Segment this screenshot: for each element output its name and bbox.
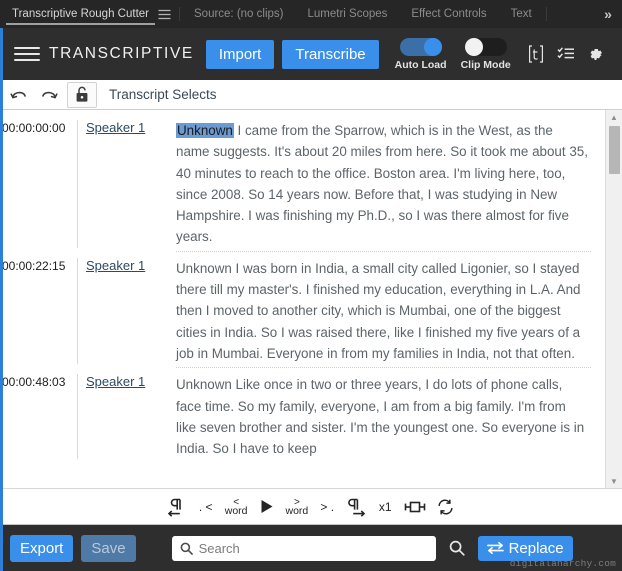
undo-icon[interactable] xyxy=(4,82,34,108)
transcriptive-panel: Transcriptive Rough Cutter Source: (no c… xyxy=(0,0,622,571)
tab-source[interactable]: Source: (no clips) xyxy=(182,0,295,28)
scroll-up-arrow-icon[interactable]: ▲ xyxy=(606,110,622,124)
prev-sentence-label: . < xyxy=(198,499,213,514)
prev-sentence-button[interactable]: . < xyxy=(193,493,219,521)
next-word-label: word xyxy=(285,505,309,517)
gear-icon[interactable] xyxy=(581,39,611,69)
row-speaker[interactable]: Speaker 1 xyxy=(78,374,176,389)
transcript-list[interactable]: 00:00:00:00 Speaker 1 Unknown I came fro… xyxy=(0,110,605,488)
row-timecode[interactable]: 00:00:48:03 xyxy=(0,374,78,460)
import-button[interactable]: Import xyxy=(205,39,275,69)
panel-focus-accent-strip xyxy=(0,28,3,571)
search-box[interactable] xyxy=(171,535,436,561)
clip-mode-switch[interactable] xyxy=(464,37,507,56)
next-sentence-button[interactable]: > . xyxy=(314,493,340,521)
app-menu-icon[interactable] xyxy=(14,43,40,65)
brand-title: TRANSCRIPTIVE xyxy=(49,45,194,62)
tab-divider xyxy=(545,7,547,21)
table-row[interactable]: 00:00:00:00 Speaker 1 Unknown I came fro… xyxy=(0,116,605,254)
panel-tab-bar: Transcriptive Rough Cutter Source: (no c… xyxy=(0,0,622,28)
export-button[interactable]: Export xyxy=(10,534,74,562)
transcript-scrollbar[interactable]: ▲ ▼ xyxy=(605,110,622,488)
insert-marker-button[interactable] xyxy=(401,493,429,521)
auto-load-toggle[interactable]: Auto Load xyxy=(394,37,447,71)
table-row[interactable]: 00:00:22:15 Speaker 1 Unknown I was born… xyxy=(0,250,605,370)
prev-word-label: word xyxy=(224,505,248,517)
clip-mode-label: Clip Mode xyxy=(460,58,511,71)
row-timecode[interactable]: 00:00:00:00 xyxy=(0,120,78,248)
tab-overflow-label: » xyxy=(604,6,612,22)
row-body[interactable]: I came from the Sparrow, which is in the… xyxy=(176,123,588,244)
tab-effect-controls[interactable]: Effect Controls xyxy=(399,0,498,28)
clip-mode-knob xyxy=(464,37,483,56)
auto-load-switch[interactable] xyxy=(399,37,442,56)
prev-word-button[interactable]: < word xyxy=(222,493,251,521)
replace-label: Replace xyxy=(508,539,564,557)
tab-lumetri-scopes[interactable]: Lumetri Scopes xyxy=(295,0,399,28)
row-text[interactable]: Unknown Like once in two or three years,… xyxy=(176,367,605,459)
swap-arrows-icon xyxy=(486,541,504,555)
transcript-area: 00:00:00:00 Speaker 1 Unknown I came fro… xyxy=(0,110,622,489)
play-button[interactable] xyxy=(254,493,280,521)
refresh-sync-button[interactable] xyxy=(432,493,458,521)
prev-word-stack: < word xyxy=(224,498,248,517)
row-text[interactable]: Unknown I was born in India, a small cit… xyxy=(176,250,605,364)
footer-bar: Export Save Replace digitalanar xyxy=(0,525,622,571)
magnifier-icon xyxy=(449,540,465,556)
transcriptive-t-icon[interactable] xyxy=(521,39,551,69)
tab-overflow-chevron-icon[interactable]: » xyxy=(594,0,622,28)
tab-transcriptive-rough-cutter[interactable]: Transcriptive Rough Cutter xyxy=(0,0,161,28)
scrollbar-thumb[interactable] xyxy=(608,126,620,174)
transcript-sub-toolbar: Transcript Selects xyxy=(0,80,622,110)
row-speaker[interactable]: Speaker 1 xyxy=(78,120,176,135)
clip-mode-toggle[interactable]: Clip Mode xyxy=(460,37,511,71)
row-speaker-tag[interactable]: Unknown xyxy=(176,377,232,392)
row-speaker-tag[interactable]: Unknown xyxy=(176,261,232,276)
search-input[interactable] xyxy=(198,540,428,556)
find-button[interactable] xyxy=(446,535,468,561)
tab-label: Effect Controls xyxy=(411,8,487,20)
next-paragraph-button[interactable] xyxy=(343,493,369,521)
tab-label: Source: (no clips) xyxy=(194,8,284,20)
row-body[interactable]: I was born in India, a small city called… xyxy=(176,261,580,361)
tab-label: Text xyxy=(510,8,532,20)
redo-icon[interactable] xyxy=(34,82,64,108)
next-word-button[interactable]: > word xyxy=(283,493,312,521)
watermark: digitalanarchy.com xyxy=(509,558,616,569)
row-timecode[interactable]: 00:00:22:15 xyxy=(0,257,78,365)
tab-divider xyxy=(179,7,180,21)
scroll-down-arrow-icon[interactable]: ▼ xyxy=(606,474,622,488)
prev-paragraph-button[interactable] xyxy=(164,493,190,521)
row-speaker-tag[interactable]: Unknown xyxy=(176,123,234,138)
checklist-icon[interactable] xyxy=(551,39,581,69)
playback-toolbar: . < < word > word > . x1 xyxy=(0,489,622,525)
next-sentence-label: > . xyxy=(320,499,335,514)
next-word-stack: > word xyxy=(285,498,309,517)
row-text[interactable]: Unknown I came from the Sparrow, which i… xyxy=(176,120,605,248)
auto-load-label: Auto Load xyxy=(394,58,447,71)
table-row[interactable]: 00:00:48:03 Speaker 1 Unknown Like once … xyxy=(0,367,605,465)
tab-text[interactable]: Text xyxy=(499,0,544,28)
row-speaker[interactable]: Speaker 1 xyxy=(78,258,176,273)
auto-load-knob xyxy=(423,37,442,56)
row-body[interactable]: Like once in two or three years, I do lo… xyxy=(176,377,584,456)
playback-speed-label: x1 xyxy=(378,499,392,514)
search-icon xyxy=(180,542,193,555)
replace-button[interactable]: Replace xyxy=(477,535,573,561)
playback-speed-button[interactable]: x1 xyxy=(372,493,398,521)
transcript-title: Transcript Selects xyxy=(109,87,217,102)
tab-label: Transcriptive Rough Cutter xyxy=(12,8,149,20)
tab-label: Lumetri Scopes xyxy=(307,8,388,20)
save-button[interactable]: Save xyxy=(81,534,136,562)
transcribe-button[interactable]: Transcribe xyxy=(282,39,379,69)
unlocked-padlock-icon[interactable] xyxy=(67,81,97,108)
main-toolbar: TRANSCRIPTIVE Import Transcribe Auto Loa… xyxy=(0,28,622,80)
